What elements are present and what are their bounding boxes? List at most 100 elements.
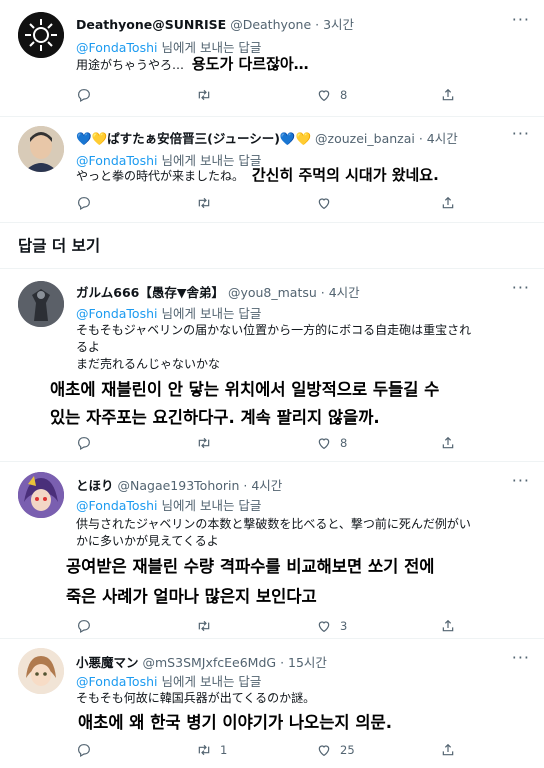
text-jp: 用途がちゃうやろ… [76,58,185,72]
like-icon [316,742,332,758]
reply-mention[interactable]: @FondaToshi [76,498,157,513]
retweet-icon [196,618,212,634]
reply-context: @FondaToshi 님에게 보내는 답글 [76,37,261,56]
like-button[interactable]: 8 [316,435,347,451]
text-jp: やっと拳の時代が来ましたね。 [76,169,245,183]
like-button[interactable]: 25 [316,742,355,758]
action-bar: 8 [76,435,476,455]
share-icon [440,195,456,211]
handle[interactable]: @you8_matsu [228,285,317,300]
share-button[interactable] [440,742,456,758]
timestamp[interactable]: · 4시간 [321,285,360,300]
timestamp[interactable]: · 4시간 [419,131,458,146]
retweet-icon [196,435,212,451]
reply-icon [76,435,92,451]
share-button[interactable] [440,618,456,634]
text-ko-line: 죽은 사례가 얼마나 많은지 보인다고 [66,587,317,606]
handle[interactable]: @Nagae193Tohorin [118,478,240,493]
avatar[interactable] [18,126,64,172]
share-icon [440,87,456,103]
avatar-image [18,126,64,172]
like-button[interactable]: 8 [316,87,347,103]
share-icon [440,742,456,758]
reply-button[interactable] [76,742,100,758]
more-icon[interactable]: ··· [512,648,530,667]
display-name[interactable]: とほり [76,478,114,493]
more-icon[interactable]: ··· [512,278,530,297]
tweet[interactable]: 💙💛ぱすたぁ安倍晋三(ジューシー)💙💛 @zouzei_banzai · 4시간… [0,116,544,223]
timestamp[interactable]: · 15시간 [280,655,327,670]
retweet-icon [196,742,212,758]
action-bar: 1 25 [76,742,476,762]
handle[interactable]: @Deathyone [230,17,311,32]
text-jp-line: そもそも何故に韓国兵器が出てくるのか謎。 [76,691,316,705]
retweet-button[interactable]: 1 [196,742,227,758]
tweet-header: 小悪魔マン @mS3SMJxfcEe6MdG · 15시간 [76,652,327,671]
avatar-image [18,648,64,694]
handle[interactable]: @mS3SMJxfcEe6MdG [143,655,277,670]
share-icon [440,435,456,451]
reply-button[interactable] [76,618,100,634]
display-name[interactable]: Deathyone@SUNRISE [76,17,226,32]
reply-mention[interactable]: @FondaToshi [76,674,157,689]
action-bar: 3 [76,618,476,638]
avatar[interactable] [18,281,64,327]
reply-mention[interactable]: @FondaToshi [76,153,157,168]
timestamp[interactable]: · 3시간 [315,17,354,32]
like-button[interactable]: 3 [316,618,347,634]
share-icon [440,618,456,634]
handle[interactable]: @zouzei_banzai [315,131,415,146]
more-icon[interactable]: ··· [512,10,530,29]
retweet-button[interactable] [196,435,220,451]
tweet-header: 💙💛ぱすたぁ安倍晋三(ジューシー)💙💛 @zouzei_banzai · 4시간 [76,128,458,147]
reply-button[interactable] [76,435,100,451]
retweet-icon [196,195,212,211]
reply-button[interactable] [76,195,100,211]
text-jp-line: まだ売れるんじゃないかな [76,357,221,371]
retweet-button[interactable] [196,195,220,211]
like-count: 8 [340,88,348,102]
like-count: 25 [340,743,355,757]
share-button[interactable] [440,87,456,103]
like-button[interactable] [316,195,340,211]
text-ko-line: 애초에 왜 한국 병기 이야기가 나오는지 의문. [78,713,392,732]
share-button[interactable] [440,195,456,211]
text-ko-line: 있는 자주포는 요긴하다구. 계속 팔리지 않을까. [50,408,380,427]
reply-suffix: 님에게 보내는 답글 [161,674,262,689]
text-ko: 용도가 다르잖아… [191,55,309,73]
display-name[interactable]: 💙💛ぱすたぁ安倍晋三(ジューシー)💙💛 [76,131,311,146]
like-icon [316,87,332,103]
avatar[interactable] [18,648,64,694]
retweet-button[interactable] [196,87,220,103]
tweet[interactable]: とほり @Nagae193Tohorin · 4시간 ··· @FondaTos… [0,460,544,639]
action-bar [76,195,476,215]
tweet-text: やっと拳の時代が来ましたね。 간신히 주먹의 시대가 왔네요. [76,167,439,185]
avatar[interactable] [18,472,64,518]
retweet-count: 1 [220,743,228,757]
reply-mention[interactable]: @FondaToshi [76,306,157,321]
share-button[interactable] [440,435,456,451]
avatar-image [18,12,64,58]
reply-icon [76,87,92,103]
more-icon[interactable]: ··· [512,124,530,143]
display-name[interactable]: 小悪魔マン [76,655,139,670]
tweet[interactable]: 小悪魔マン @mS3SMJxfcEe6MdG · 15시간 ··· @Fonda… [0,638,544,768]
reply-icon [76,195,92,211]
tweet[interactable]: Deathyone@SUNRISE @Deathyone · 3시간 ··· @… [0,0,544,117]
text-jp-line: そもそもジャベリンの届かない位置から一方的にボコる自走砲は重宝され [76,323,472,337]
action-bar: 8 [76,87,476,107]
reply-context: @FondaToshi 님에게 보내는 답글 [76,671,261,690]
reply-context: @FondaToshi 님에게 보내는 답글 [76,495,261,514]
like-icon [316,618,332,634]
show-more-replies[interactable]: 답글 더 보기 [18,234,100,256]
tweet-header: Deathyone@SUNRISE @Deathyone · 3시간 [76,14,354,33]
display-name[interactable]: ガルム666【愚存▼舎弟】 [76,285,224,300]
avatar[interactable] [18,12,64,58]
retweet-button[interactable] [196,618,220,634]
timestamp[interactable]: · 4시간 [243,478,282,493]
tweet[interactable]: ガルム666【愚存▼舎弟】 @you8_matsu · 4시간 ··· @Fon… [0,268,544,462]
reply-mention[interactable]: @FondaToshi [76,40,157,55]
text-jp-line: るよ [76,340,101,354]
reply-button[interactable] [76,87,100,103]
more-icon[interactable]: ··· [512,471,530,490]
